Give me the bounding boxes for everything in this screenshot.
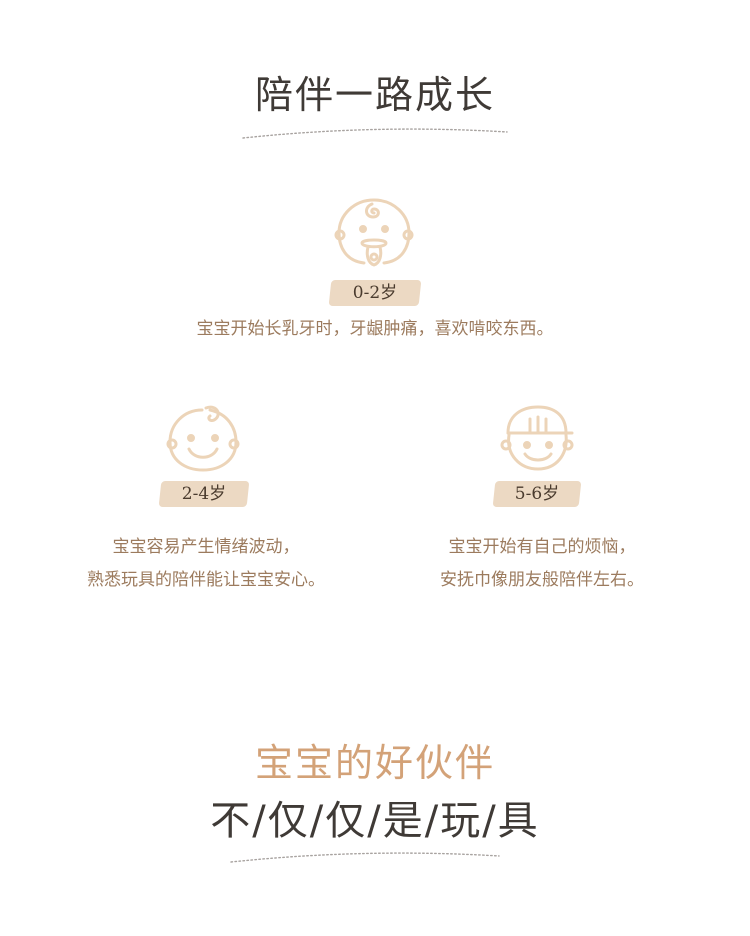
footer-divider bbox=[230, 852, 500, 863]
age-label: 2-4岁 bbox=[181, 484, 227, 504]
description-line: 宝宝开始长乳牙时，牙龈肿痛，喜欢啃咬东西。 bbox=[196, 319, 554, 339]
page-title: 陪伴一路成长 bbox=[254, 73, 495, 117]
age-badge-0-2: 0-2岁 bbox=[328, 280, 422, 306]
child-cap-icon bbox=[500, 405, 574, 471]
age-label: 0-2岁 bbox=[352, 283, 398, 303]
tagline: 宝宝的好伙伴 bbox=[254, 741, 495, 785]
title-divider bbox=[242, 128, 508, 139]
description-line: 宝宝开始有自己的烦恼， bbox=[448, 537, 636, 557]
stage-description-5-6: 宝宝开始有自己的烦恼， 安抚巾像朋友般陪伴左右。 bbox=[334, 531, 750, 597]
age-badge-2-4: 2-4岁 bbox=[158, 481, 250, 507]
description-line: 安抚巾像朋友般陪伴左右。 bbox=[440, 570, 644, 590]
baby-pacifier-icon bbox=[334, 198, 414, 267]
age-label: 5-6岁 bbox=[514, 484, 560, 504]
slogan: 不/仅/仅/是/玩/具 bbox=[210, 798, 540, 844]
stage-description-0-2: 宝宝开始长乳牙时，牙龈肿痛，喜欢啃咬东西。 bbox=[0, 313, 750, 346]
age-badge-5-6: 5-6岁 bbox=[492, 481, 582, 507]
toddler-smile-icon bbox=[166, 405, 240, 472]
